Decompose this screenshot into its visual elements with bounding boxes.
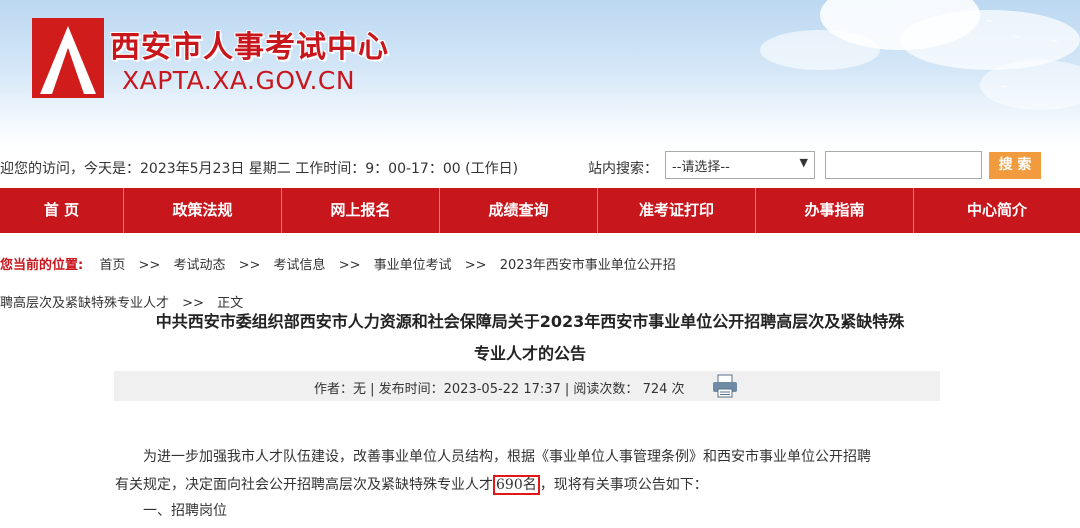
nav-guide[interactable]: 办事指南 [756, 188, 914, 233]
bird-icon: ~ [1050, 36, 1059, 47]
search-input[interactable] [825, 151, 982, 179]
breadcrumb-item[interactable]: 考试动态 [173, 258, 225, 273]
paragraph-text: ，现将有关事项公告如下： [539, 477, 708, 493]
bird-icon: ~ [985, 16, 994, 27]
breadcrumb-item[interactable]: 2023年西安市事业单位公开招 [500, 258, 676, 273]
breadcrumb-separator: >> [138, 258, 161, 273]
info-bar: 迎您的访问，今天是：2023年5月23日 星期二 工作时间：9：00-17：00… [0, 150, 1080, 186]
article-title-line1: 中共西安市委组织部西安市人力资源和社会保障局关于2023年西安市事业单位公开招聘… [155, 312, 905, 331]
nav-online-registration[interactable]: 网上报名 [282, 188, 440, 233]
site-url: XAPTA.XA.GOV.CN [122, 66, 356, 95]
search-category-select[interactable]: --请选择-- ▼ [665, 151, 815, 179]
breadcrumb-separator: >> [338, 258, 361, 273]
print-icon[interactable] [712, 374, 738, 398]
nav-admission-ticket[interactable]: 准考证打印 [598, 188, 756, 233]
nav-about[interactable]: 中心简介 [914, 188, 1080, 233]
section-heading: 一、招聘岗位 [143, 503, 227, 519]
nav-policy[interactable]: 政策法规 [124, 188, 282, 233]
paragraph-text: 有关规定，决定面向社会公开招聘高层次及紧缺特殊专业人才 [115, 477, 493, 493]
breadcrumb-item[interactable]: 考试信息 [274, 258, 326, 273]
paragraph-line: 为进一步加强我市人才队伍建设，改善事业单位人员结构，根据《事业单位人事管理条例》… [143, 449, 871, 465]
article-title-line2: 专业人才的公告 [473, 344, 586, 363]
bird-icon: ~ [1000, 82, 1009, 93]
search-select-value: --请选择-- [672, 160, 730, 175]
breadcrumb-separator: >> [238, 258, 261, 273]
nav-score-query[interactable]: 成绩查询 [440, 188, 598, 233]
paragraph-line: 有关规定，决定面向社会公开招聘高层次及紧缺特殊专业人才 690名 ，现将有关事项公告… [115, 474, 708, 495]
site-logo-icon[interactable] [32, 18, 104, 98]
breadcrumb-item[interactable]: 首页 [99, 258, 125, 273]
breadcrumb-here-label: 您当前的位置: [0, 258, 84, 273]
breadcrumb-item[interactable]: 事业单位考试 [374, 258, 452, 273]
chevron-down-icon: ▼ [799, 156, 808, 169]
article-meta-text: 作者：无 | 发布时间：2023-05-22 17:37 | 阅读次数： 724… [314, 382, 685, 397]
bird-icon: ~ [1012, 32, 1021, 43]
article-meta: 作者：无 | 发布时间：2023-05-22 17:37 | 阅读次数： 724… [114, 371, 940, 401]
nav-home[interactable]: 首 页 [0, 188, 124, 233]
search-button[interactable]: 搜 索 [989, 152, 1041, 179]
breadcrumb: 您当前的位置: 首页 >> 考试动态 >> 考试信息 >> 事业单位考试 >> … [0, 254, 676, 273]
search-label: 站内搜索： [588, 161, 658, 177]
breadcrumb-separator: >> [464, 258, 487, 273]
welcome-text: 迎您的访问，今天是：2023年5月23日 星期二 工作时间：9：00-17：00… [0, 161, 519, 177]
main-nav: 首 页 政策法规 网上报名 成绩查询 准考证打印 办事指南 中心简介 [0, 188, 1080, 233]
highlighted-count: 690名 [493, 475, 540, 495]
site-header: ~ ~ ~ ~ 西安市人事考试中心 XAPTA.XA.GOV.CN [0, 0, 1080, 150]
site-title: 西安市人事考试中心 [110, 30, 389, 65]
